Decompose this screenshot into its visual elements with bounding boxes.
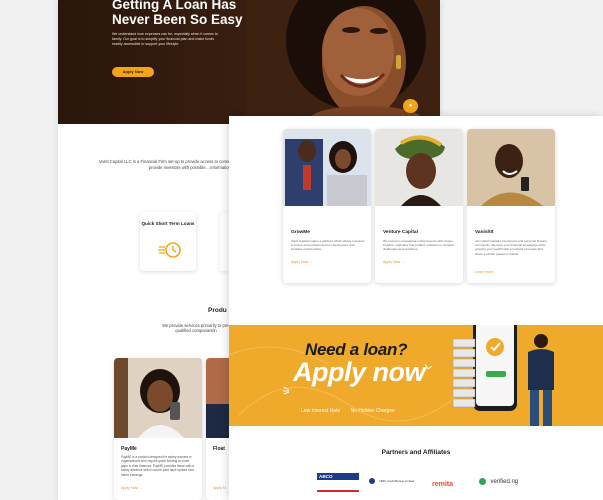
- card-desc: Join Varrit Capital's investment and per…: [475, 239, 547, 256]
- tag-no-hidden-charges: No Hidden Charges: [350, 408, 395, 414]
- hero-section: Getting A Loan Has Never Been So Easy We…: [58, 0, 440, 124]
- clock-icon: [158, 242, 181, 258]
- learn-more-link[interactable]: Learn more: [475, 270, 493, 274]
- product-name: PayMe: [121, 446, 137, 452]
- products-subtitle: We provide services primarily to pre-qua…: [162, 323, 230, 334]
- logo-verified: verified.ng: [479, 473, 529, 487]
- logo-remita: remita: [432, 473, 462, 488]
- apply-banner: Need a loan? Apply now Low Interest Rate…: [229, 325, 603, 426]
- card-vanishit[interactable]: VanishIt Join Varrit Capital's investmen…: [467, 129, 555, 283]
- spark-icon: [424, 363, 433, 370]
- verified-logo-text: verified.ng: [490, 478, 519, 485]
- card-growme[interactable]: GrowMe Varrit Capital makes a platform w…: [283, 129, 371, 283]
- card-venture-capital[interactable]: Venture Capital We invest in exceptional…: [375, 129, 463, 283]
- vanishit-photo: [467, 129, 555, 206]
- card-title: GrowMe: [291, 230, 310, 235]
- product-desc: PayME is a product designed for salary e…: [121, 455, 195, 477]
- apply-now-link[interactable]: Apply Now →: [383, 260, 405, 264]
- apply-now-button[interactable]: Apply Now: [112, 67, 154, 77]
- logo-credit-bureau: NDIC Credit Bureau Limited: [369, 472, 415, 486]
- apply-now-link[interactable]: Apply N: [213, 486, 226, 490]
- card-desc: We invest in exceptional entrepreneurs w…: [383, 239, 454, 252]
- abco-logo-text: ABCO INSURANCE: [317, 473, 359, 486]
- credit-bureau-logo-text: NDIC Credit Bureau Limited: [379, 478, 415, 483]
- venture-capital-photo: [375, 129, 463, 206]
- payme-photo: [114, 358, 202, 438]
- apply-now-link[interactable]: Apply Now →: [291, 260, 313, 264]
- partners-title: Partners and Affiliates: [381, 449, 451, 456]
- card-desc: Varrit Capital makes a platform which al…: [291, 239, 365, 252]
- service-card-title: Quick Short Term Loans: [141, 221, 195, 226]
- banner-apply-now[interactable]: Apply now: [293, 357, 426, 388]
- banner-tags: Low Interest Rate No Hidden Charges: [301, 408, 404, 414]
- logo-abco: ABCO INSURANCE: [317, 472, 359, 492]
- product-card-payme[interactable]: PayMe PayME is a product designed for sa…: [114, 358, 202, 500]
- chat-icon[interactable]: ●: [403, 99, 418, 113]
- growme-photo: [283, 129, 371, 206]
- spark-icon: [283, 386, 290, 395]
- card-title: Venture Capital: [383, 230, 418, 235]
- hero-title: Getting A Loan Has Never Been So Easy: [112, 0, 243, 27]
- products-title: Produ: [208, 307, 227, 314]
- product-name: Float: [213, 446, 225, 452]
- remita-logo-text: remita: [432, 481, 454, 488]
- card-title: VanishIt: [475, 230, 494, 235]
- service-card-quick-loans[interactable]: Quick Short Term Loans: [140, 212, 196, 271]
- apply-now-link[interactable]: Apply Now →: [121, 486, 143, 490]
- phone-illustration: [452, 325, 517, 411]
- tag-low-interest: Low Interest Rate: [301, 408, 341, 414]
- man-illustration: [528, 334, 554, 426]
- hero-text: We understand how expenses can be, espec…: [112, 32, 218, 46]
- front-page: GrowMe Varrit Capital makes a platform w…: [229, 116, 603, 500]
